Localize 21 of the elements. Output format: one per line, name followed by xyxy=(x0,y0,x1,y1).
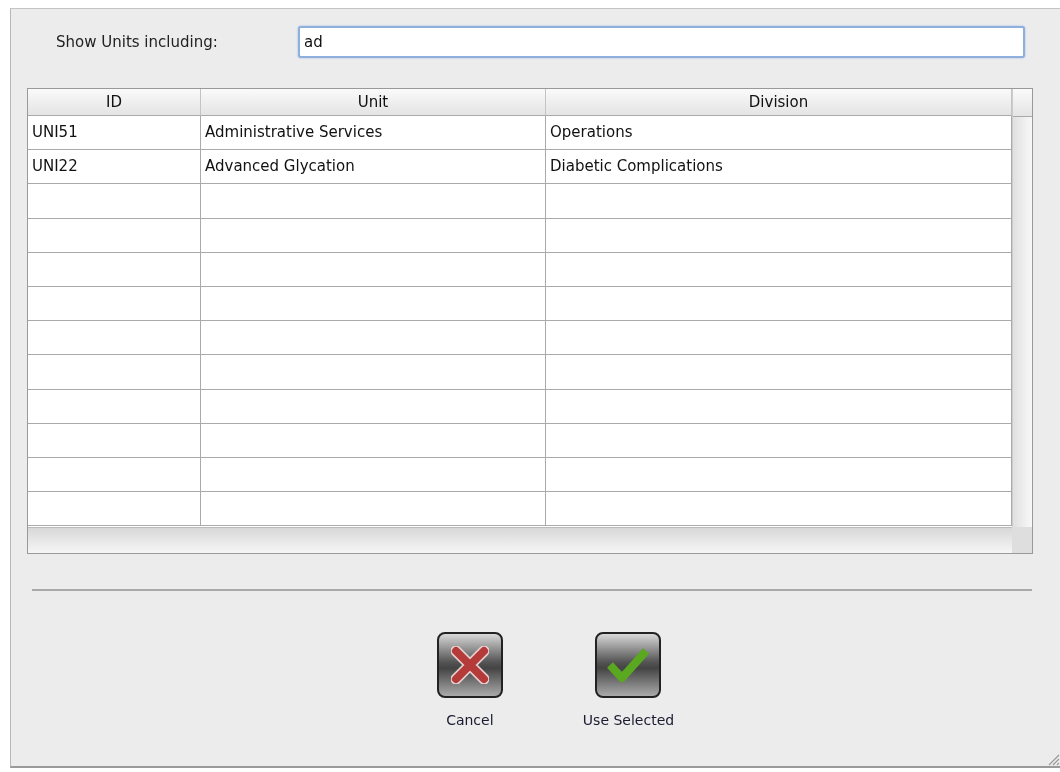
table-cell: Diabetic Complications xyxy=(546,150,1012,185)
button-label: Cancel xyxy=(446,712,494,728)
column-header[interactable]: ID xyxy=(28,89,201,116)
scrollbar-corner xyxy=(1012,527,1032,553)
button-label: Use Selected xyxy=(582,712,675,728)
table-cell: Advanced Glycation xyxy=(201,150,546,185)
confirm-button[interactable] xyxy=(595,632,662,698)
checkmark-icon xyxy=(606,647,651,683)
resize-grip-icon[interactable] xyxy=(1046,752,1060,766)
horizontal-scrollbar[interactable] xyxy=(28,527,1012,553)
filter-field[interactable]: ad xyxy=(298,26,1025,58)
close-icon xyxy=(450,646,489,684)
table-cell: Operations xyxy=(546,116,1012,151)
column-header[interactable]: Unit xyxy=(201,89,546,116)
table-cell: UNI51 xyxy=(28,116,201,151)
table-cell: Administrative Services xyxy=(201,116,546,151)
column-header[interactable]: Division xyxy=(546,89,1012,116)
filter-label: Show Units including: xyxy=(56,33,219,51)
table-cell: UNI22 xyxy=(28,150,201,185)
vertical-scrollbar[interactable] xyxy=(1012,89,1032,527)
cancel-button[interactable] xyxy=(436,632,503,698)
